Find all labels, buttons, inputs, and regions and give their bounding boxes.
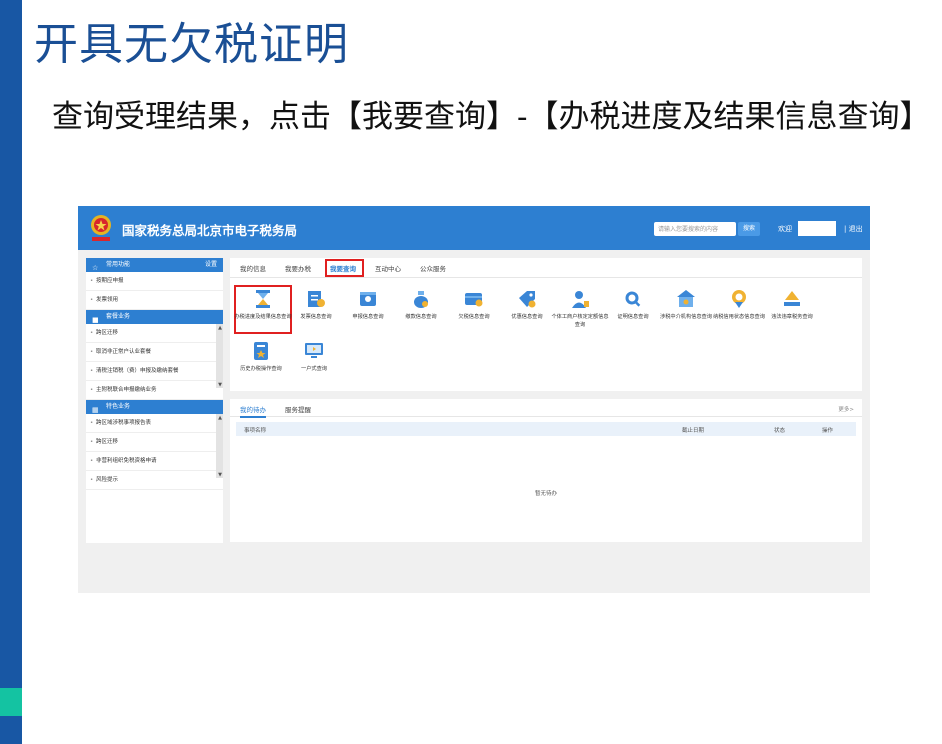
monitor-icon [305, 343, 323, 358]
empty-state-text: 暂无待办 [534, 491, 557, 497]
declaration-icon [360, 292, 376, 306]
gavel-icon [784, 291, 800, 306]
tile-violation-query[interactable]: 违法违章税务查询 [761, 288, 823, 321]
sidebar-section-special[interactable]: ▦ 特色业务 [86, 400, 223, 414]
slide-left-bar [0, 0, 22, 744]
scroll-down-icon[interactable]: ▼ [218, 472, 222, 478]
username-box [798, 221, 836, 236]
sidebar-item[interactable]: 跨区迁移 [86, 324, 223, 343]
sidebar-section-common[interactable]: ☆ 常用功能 设置 [86, 258, 223, 272]
sidebar-item[interactable]: 主附税联合申报缴纳业务 [86, 381, 223, 400]
sidebar-special-list: 跨区域涉税事项报告表 跨区迁移 非营利组织免税资格申请 风险提示 ▲ ▼ [86, 414, 223, 490]
invoice-icon [308, 291, 325, 307]
scroll-up-icon[interactable]: ▲ [218, 325, 222, 331]
sidebar-item[interactable]: 非营利组织免税资格申请 [86, 452, 223, 471]
tax-emblem-icon [91, 215, 111, 241]
slide-title: 开具无欠税证明 [34, 19, 349, 70]
agency-icon [677, 290, 695, 307]
column-header: 操作 [822, 428, 834, 434]
todo-tabs: 我的待办 服务提醒 更多> [230, 399, 862, 418]
credit-medal-icon [732, 290, 746, 308]
scrollbar[interactable] [216, 414, 223, 478]
section-title: 套餐业务 [106, 313, 131, 320]
portal-screenshot: 国家税务总局北京市电子税务局 请输入您要搜索的内容 搜索 欢迎 | 退出 ☆ 常… [78, 206, 870, 593]
certificate-icon [625, 291, 641, 307]
tile-one-stop-query[interactable]: 一户式查询 [283, 340, 345, 373]
section-title: 特色业务 [106, 403, 131, 410]
history-icon [254, 342, 268, 360]
sidebar-item[interactable]: 清税注销税（费）申报及缴纳套餐 [86, 362, 223, 381]
sidebar-section-package[interactable]: ■ 套餐业务 [86, 310, 223, 324]
portal-header: 国家税务总局北京市电子税务局 请输入您要搜索的内容 搜索 欢迎 | 退出 [78, 206, 870, 250]
person-icon [572, 291, 589, 308]
search-button[interactable]: 搜索 [738, 222, 760, 236]
tab-service-reminder[interactable]: 服务提醒 [285, 404, 311, 414]
arrears-icon [465, 293, 483, 307]
sidebar-package-list: 跨区迁移 取消非正常户认业套餐 清税注销税（费）申报及缴纳套餐 主附税联合申报缴… [86, 324, 223, 400]
tab-interaction[interactable]: 互动中心 [375, 263, 401, 273]
sidebar: ☆ 常用功能 设置 按期应申报 发票领用 ■ 套餐业务 跨区迁移 取消非正常户认… [86, 258, 223, 543]
todo-table-header: 事项名称 截止日期 状态 操作 [236, 422, 856, 436]
search-input[interactable]: 请输入您要搜索的内容 [654, 222, 736, 236]
section-title: 常用功能 [106, 261, 131, 268]
scroll-down-icon[interactable]: ▼ [218, 382, 222, 388]
site-title: 国家税务总局北京市电子税务局 [122, 223, 298, 238]
welcome-text: 欢迎 [778, 225, 792, 233]
discount-icon [519, 291, 536, 308]
hourglass-icon [256, 290, 270, 308]
sidebar-item[interactable]: 风险提示 [86, 471, 223, 490]
tab-query-highlight [325, 259, 364, 277]
tab-do-tax[interactable]: 我要办税 [285, 263, 311, 273]
sidebar-item[interactable]: 取消非正常户认业套餐 [86, 343, 223, 362]
column-header: 状态 [774, 428, 786, 434]
sidebar-item[interactable]: 跨区迁移 [86, 433, 223, 452]
tab-public-service[interactable]: 公众服务 [420, 263, 446, 273]
column-header: 截止日期 [682, 428, 705, 434]
settings-link[interactable]: 设置 [205, 258, 217, 272]
logout-link[interactable]: | 退出 [844, 224, 863, 234]
more-link[interactable]: 更多> [838, 405, 854, 413]
tab-my-info[interactable]: 我的信息 [240, 263, 266, 273]
sidebar-item[interactable]: 按期应申报 [86, 272, 223, 291]
sidebar-item[interactable]: 跨区域涉税事项报告表 [86, 414, 223, 433]
column-header: 事项名称 [244, 428, 267, 434]
main-tabs: 我的信息 我要办税 我要查询 互动中心 公众服务 [230, 258, 862, 278]
scrollbar[interactable] [216, 324, 223, 388]
slide-instruction: 查询受理结果，点击【我要查询】-【办税进度及结果信息查询】 [52, 99, 931, 135]
tab-my-todo[interactable]: 我的待办 [240, 404, 266, 418]
todo-panel: 我的待办 服务提醒 更多> 事项名称 截止日期 状态 操作 暂无待办 [230, 399, 862, 542]
slide-accent-block [0, 688, 22, 716]
tile-label: 违法违章税务查询 [771, 314, 813, 320]
tile-label: 一户式查询 [301, 366, 327, 372]
scroll-up-icon[interactable]: ▲ [218, 415, 222, 421]
money-bag-icon [414, 291, 428, 308]
sidebar-item[interactable]: 发票领用 [86, 291, 223, 310]
query-panel: 我的信息 我要办税 我要查询 互动中心 公众服务 办税进度及结果信息查询 发票信… [230, 258, 862, 391]
